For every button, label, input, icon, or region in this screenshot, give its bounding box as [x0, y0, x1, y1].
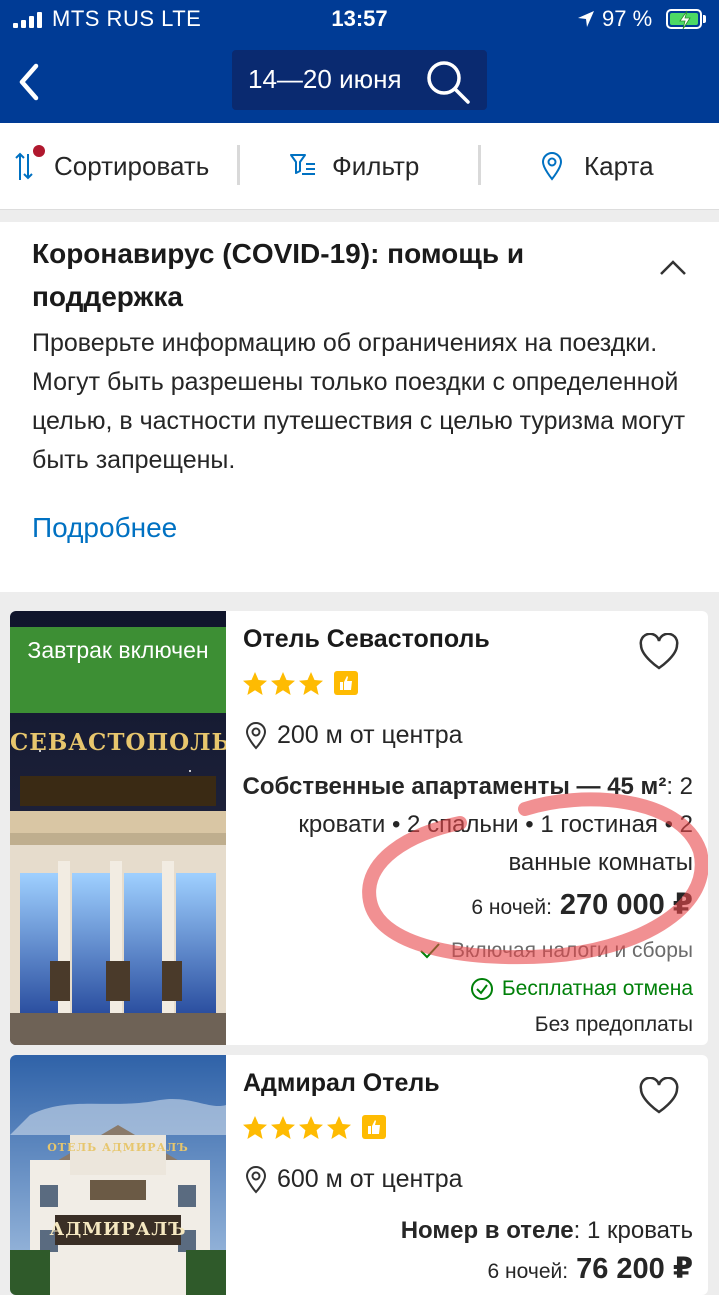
room-description: Номер в отеле: 1 кровать: [233, 1212, 693, 1250]
covid-notice: Коронавирус (COVID-19): помощь и поддерж…: [0, 222, 719, 592]
results-toolbar: Сортировать Фильтр Карта: [0, 123, 719, 210]
star-icon: [326, 1115, 352, 1146]
sort-label: Сортировать: [54, 150, 210, 181]
star-rating: [242, 1115, 386, 1146]
distance-info: 200 м от центра: [245, 721, 463, 750]
covid-title: Коронавирус (COVID-19): помощь и поддерж…: [32, 238, 525, 312]
hotel-card[interactable]: ОТЕЛЬ АДМИРАЛЪ АДМИРАЛЪ Адмирал Отель 60…: [10, 1055, 708, 1295]
chevron-up-icon[interactable]: [658, 258, 688, 278]
filter-button[interactable]: Фильтр: [288, 123, 419, 209]
distance-text: 600 м от центра: [277, 1165, 463, 1193]
filter-label: Фильтр: [332, 150, 420, 181]
taxes-text: Включая налоги и сборы: [450, 939, 693, 962]
hotel-photo[interactable]: ОТЕЛЬ АДМИРАЛЪ АДМИРАЛЪ: [10, 1055, 226, 1295]
room-description: Собственные апартаменты — 45 м²: 2 крова…: [233, 768, 693, 882]
hotel-name[interactable]: Отель Севастополь: [243, 625, 490, 654]
hotel-sign-text: АДМИРАЛЪ: [49, 1219, 187, 1240]
hotel-photo[interactable]: СЕВАСТОПОЛЬ Завтрак включен: [10, 611, 226, 1045]
back-chevron-icon[interactable]: [14, 62, 44, 102]
heart-icon[interactable]: [638, 1077, 680, 1115]
hotel-name[interactable]: Адмирал Отель: [243, 1069, 440, 1098]
distance-text: 200 м от центра: [277, 721, 463, 749]
taxes-info: Включая налоги и сборы: [419, 939, 693, 963]
location-pin-icon: [245, 721, 267, 749]
sort-button[interactable]: Сортировать: [14, 123, 209, 209]
heart-icon[interactable]: [638, 633, 680, 671]
location-arrow-icon: [578, 11, 594, 27]
star-icon: [242, 671, 268, 702]
star-icon: [242, 1115, 268, 1146]
map-label: Карта: [584, 150, 654, 181]
more-info-link[interactable]: Подробнее: [32, 512, 177, 544]
sort-indicator-dot: [33, 145, 45, 157]
price: 270 000 ₽: [559, 889, 693, 921]
hotel-sign-top: ОТЕЛЬ АДМИРАЛЪ: [47, 1141, 189, 1154]
battery-icon: [666, 9, 702, 30]
filter-icon: [290, 154, 315, 175]
nights-label: 6 ночей:: [471, 896, 552, 919]
date-range: 14—20 июня: [248, 64, 402, 94]
location-pin-icon: [245, 1165, 267, 1193]
price-block: 6 ночей: 76 200 ₽: [488, 1251, 693, 1286]
free-cancellation-text: Бесплатная отмена: [501, 977, 693, 1000]
status-bar: MTS RUS LTE 13:57 97 %: [0, 0, 719, 42]
price-block: 6 ночей: 270 000 ₽: [471, 887, 693, 922]
battery-tip: [703, 15, 706, 23]
check-circle-icon: [470, 978, 493, 1000]
price: 76 200 ₽: [576, 1253, 693, 1285]
distance-info: 600 м от центра: [245, 1165, 463, 1194]
star-icon: [298, 1115, 324, 1146]
battery-percent: 97 %: [602, 6, 653, 31]
thumbs-up-icon: [362, 1115, 386, 1139]
no-prepayment-text: Без предоплаты: [534, 1013, 693, 1036]
star-icon: [270, 671, 296, 702]
app-header: MTS RUS LTE 13:57 97 % 14—20 июня: [0, 0, 719, 123]
room-details: : 1 кровать: [573, 1217, 693, 1244]
date-search-field[interactable]: 14—20 июня: [232, 50, 487, 110]
toolbar-divider: [478, 145, 481, 185]
toolbar-divider: [237, 145, 240, 185]
room-type: Собственные апартаменты — 45 м²: [242, 773, 667, 800]
free-cancellation: Бесплатная отмена: [470, 977, 693, 1001]
map-pin-icon: [541, 152, 563, 181]
covid-description: Проверьте информацию об ограничениях на …: [32, 329, 686, 474]
star-icon: [298, 671, 324, 702]
room-type: Номер в отеле: [400, 1217, 574, 1244]
map-button[interactable]: Карта: [540, 123, 654, 209]
check-icon: [420, 943, 440, 959]
hotel-sign-text: СЕВАСТОПОЛЬ: [10, 729, 226, 756]
thumbs-up-icon: [334, 671, 358, 695]
search-icon[interactable]: [424, 58, 472, 106]
star-rating: [242, 671, 358, 702]
star-icon: [270, 1115, 296, 1146]
breakfast-badge: Завтрак включен: [10, 627, 226, 713]
hotel-card[interactable]: СЕВАСТОПОЛЬ Завтрак включен Отель Севаст…: [10, 611, 708, 1045]
